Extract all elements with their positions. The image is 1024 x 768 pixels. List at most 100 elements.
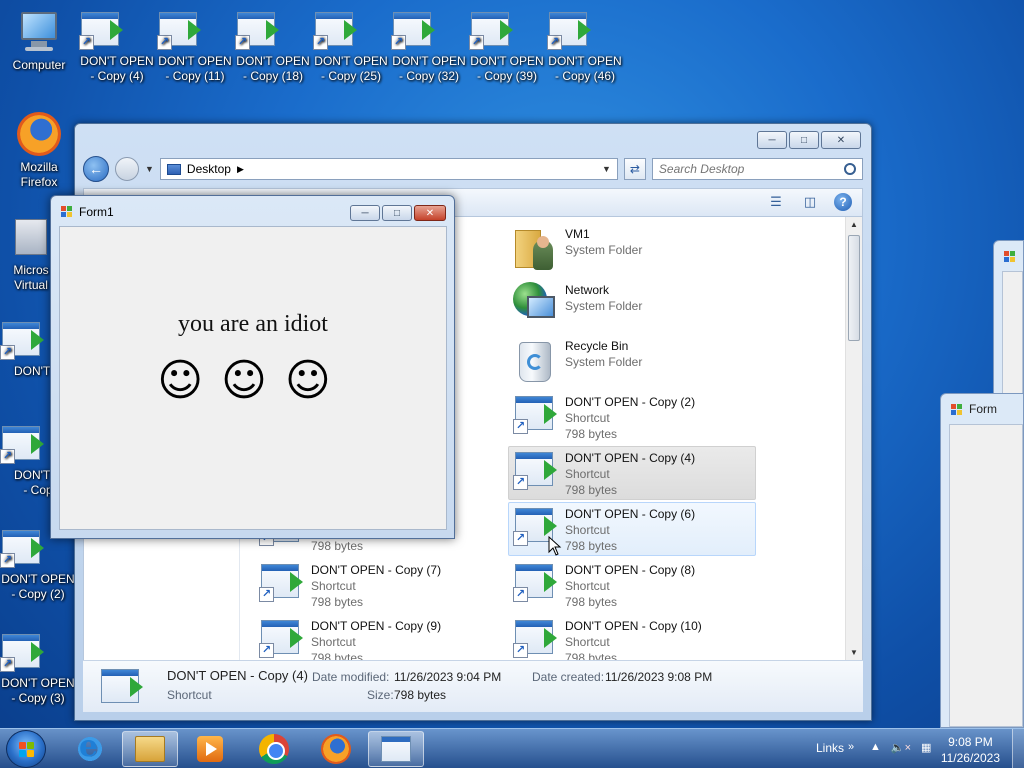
scroll-down-arrow-icon[interactable]: ▼ [846,645,862,661]
close-button[interactable]: ✕ [414,205,446,221]
internet-explorer-icon [76,729,104,764]
shortcut-icon: ↗ [313,10,357,50]
desktop-icon-shortcut[interactable]: ↗ DON'T OPEN - Copy (11) [157,10,233,84]
shortcut-icon: ↗ [157,10,201,50]
virtual-pc-icon [9,215,53,259]
desktop-icon-shortcut[interactable]: ↗ DON'T OPEN - Copy (3) [0,632,76,706]
desktop-icon-shortcut[interactable]: ↗ DON'T OPEN - Copy (4) [79,10,155,84]
file-type: Shortcut [311,635,356,649]
form1-window[interactable]: Form1 ─ □ ✕ you are an idiot ☺☺☺ [50,195,455,539]
file-item[interactable]: Recycle Bin System Folder [508,334,756,388]
file-item[interactable]: ↗ DON'T OPEN - Copy (9) Shortcut 798 bytes [254,614,502,661]
app-icon [61,206,73,218]
desktop-icon-shortcut[interactable]: ↗ DON'T OPEN - Copy (39) [469,10,545,84]
windows-logo-icon [19,742,35,758]
desktop-icon-firefox[interactable]: Mozilla Firefox [1,112,77,190]
desktop-icon-computer[interactable]: Computer [1,10,77,73]
address-text: Desktop [186,162,231,176]
taskbar-firefox[interactable] [308,731,364,767]
details-size-label: Size: [367,688,394,702]
desktop-icon-shortcut[interactable]: ↗ DON'T OPEN - Copy (18) [235,10,311,84]
desktop-icon-shortcut[interactable]: ↗ DON'T OPEN - Copy (32) [391,10,467,84]
file-item[interactable]: ↗ DON'T OPEN - Copy (10) Shortcut 798 bytes [508,614,756,661]
details-pane: DON'T OPEN - Copy (4) Shortcut Date modi… [83,660,863,712]
search-icon[interactable] [844,163,856,175]
file-item[interactable]: ↗ DON'T OPEN - Copy (4) Shortcut 798 bytes [508,446,756,500]
start-button[interactable] [6,730,46,768]
maximize-button[interactable]: □ [789,131,819,149]
recent-pages-dropdown[interactable]: ▼ [145,164,154,174]
file-size: 798 bytes [565,539,618,553]
desktop-icon-shortcut[interactable]: ↗ DON'T OPEN - Copy (25) [313,10,389,84]
desktop-icon-label: - Copy (25) [320,69,382,83]
taskbar-media-player[interactable] [182,731,238,767]
details-created-value: 11/26/2023 9:08 PM [605,670,713,684]
desktop-icon-label: DON'T OPEN [1,676,75,690]
window-title: Form1 [79,205,114,219]
file-item[interactable]: Network System Folder [508,278,756,332]
file-item[interactable]: VM1 System Folder [508,222,756,276]
scrollbar-thumb[interactable] [848,235,860,341]
close-button[interactable]: ✕ [821,131,861,149]
clock-time: 9:08 PM [948,735,993,749]
shortcut-arrow-icon: ↗ [513,475,528,490]
back-button[interactable]: ← [83,156,109,182]
forward-button[interactable] [115,157,139,181]
file-type: Shortcut [565,467,610,481]
desktop-icon-label: DON'T OPEN [470,54,544,68]
shortcut-arrow-icon: ↗ [513,587,528,602]
media-player-icon [197,736,223,762]
taskbar-internet-explorer[interactable] [62,729,118,767]
desktop-icon-shortcut[interactable]: ↗ DON'T OPEN - Copy (46) [547,10,623,84]
search-box[interactable] [651,158,863,180]
links-chevron-icon[interactable]: » [848,741,854,753]
shortcut-arrow-icon: ↗ [0,345,15,360]
file-name: DON'T OPEN - Copy (6) [565,507,696,521]
file-size: 798 bytes [565,595,618,609]
shortcut-arrow-icon: ↗ [0,657,15,672]
details-created-label: Date created: [532,670,605,684]
show-desktop-button[interactable] [1012,729,1024,768]
address-bar[interactable]: Desktop ▶ ▼ [159,158,618,180]
file-item[interactable]: ↗ DON'T OPEN - Copy (7) Shortcut 798 bytes [254,558,502,612]
file-item[interactable]: ↗ DON'T OPEN - Copy (8) Shortcut 798 bytes [508,558,756,612]
file-name: Network [565,283,610,297]
details-file-type: Shortcut [167,688,212,702]
file-size: 798 bytes [311,595,364,609]
taskbar-form-app[interactable] [368,731,424,767]
details-file-name: DON'T OPEN - Copy (4) [167,668,308,683]
shortcut-arrow-icon: ↗ [259,587,274,602]
minimize-button[interactable]: ─ [350,205,380,221]
links-toolbar[interactable]: Links [816,741,844,755]
window-title: Form [969,402,997,416]
help-icon[interactable]: ? [834,193,852,211]
refresh-button[interactable]: ⇄ [623,158,646,180]
minimize-button[interactable]: ─ [757,131,787,149]
shortcut-arrow-icon: ↗ [79,35,94,50]
maximize-button[interactable]: □ [382,205,412,221]
desktop-icon-shortcut[interactable]: ↗ DON'T OPEN - Copy (2) [0,528,76,602]
preview-pane-icon[interactable]: ◫ [800,193,820,211]
desktop-icon-label: DON'T OPEN [158,54,232,68]
taskbar-chrome[interactable] [246,731,302,767]
volume-muted-icon[interactable]: 🔈× [891,741,911,754]
details-modified-value: 11/26/2023 9:04 PM [394,670,502,684]
file-item[interactable]: ↗ DON'T OPEN - Copy (6) Shortcut 798 bytes [508,502,756,556]
system-clock[interactable]: 9:08 PM 11/26/2023 [941,734,1000,766]
navigation-bar: ← ▼ Desktop ▶ ▼ ⇄ [83,156,863,182]
search-input[interactable] [658,162,844,176]
scroll-up-arrow-icon[interactable]: ▲ [846,217,862,233]
file-item[interactable]: ↗ DON'T OPEN - Copy (2) Shortcut 798 bytes [508,390,756,444]
desktop-icon-label: - Copy (46) [554,69,616,83]
view-options-icon[interactable]: ☰ ▾ [766,193,786,227]
network-icon [513,282,557,328]
file-name: DON'T OPEN - Copy (2) [565,395,696,409]
show-hidden-icons-icon[interactable]: ▲ [870,741,881,754]
background-form-window[interactable]: Form [940,393,1024,728]
breadcrumb-arrow-icon[interactable]: ▶ [237,164,244,175]
network-icon[interactable]: ▦ [921,741,931,754]
shortcut-arrow-icon: ↗ [469,35,484,50]
address-dropdown-icon[interactable]: ▼ [602,164,611,174]
taskbar-windows-explorer[interactable] [122,731,178,767]
vertical-scrollbar[interactable]: ▲ ▼ [845,217,862,661]
